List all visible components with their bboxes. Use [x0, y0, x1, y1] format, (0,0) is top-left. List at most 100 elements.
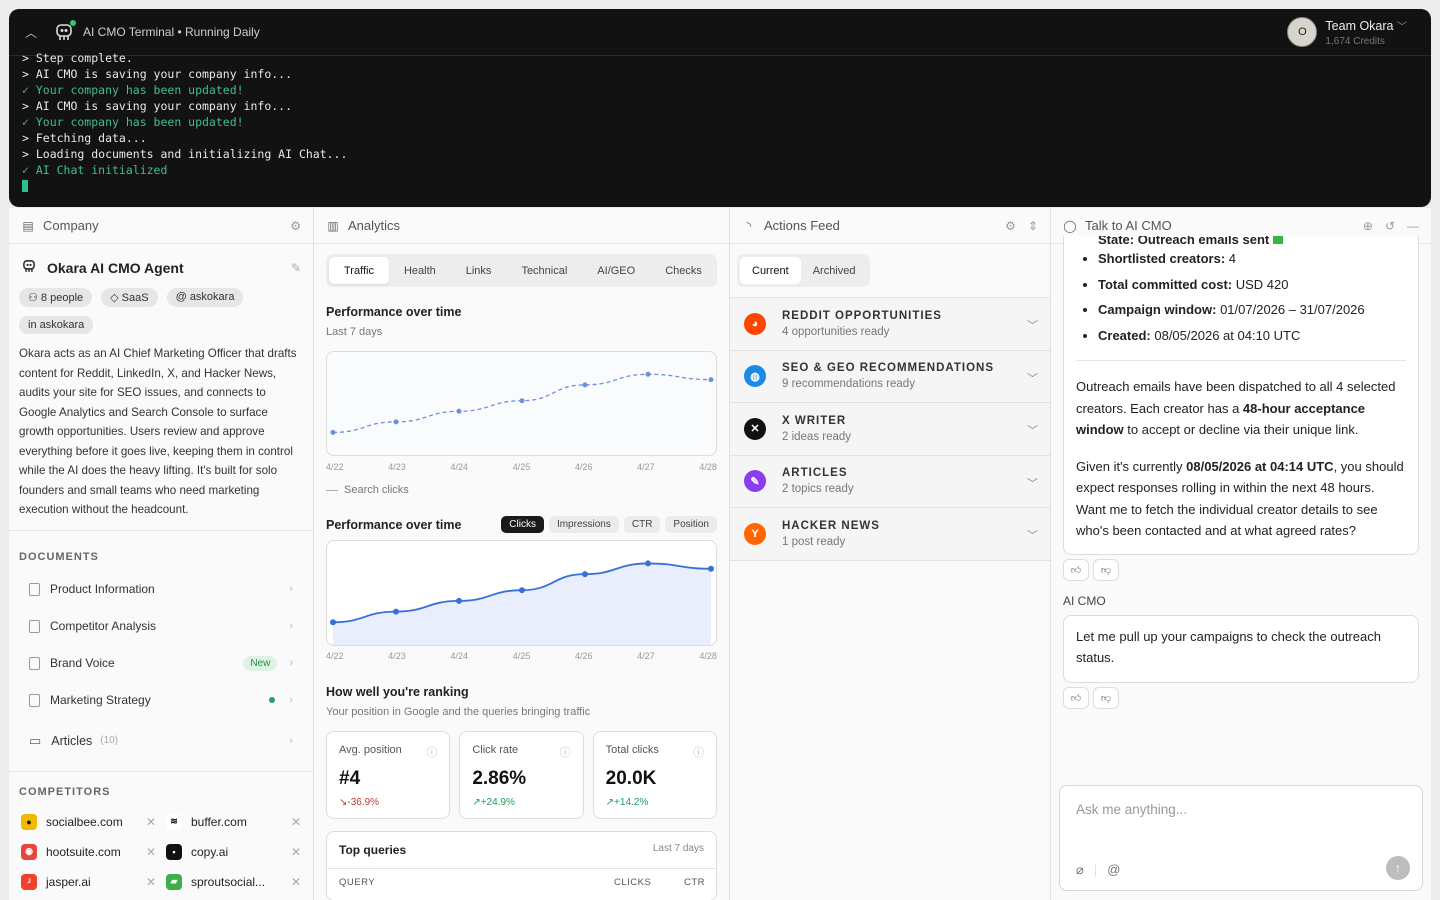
remove-icon[interactable]: ✕ — [291, 875, 301, 889]
thumbs-down-icon[interactable]: 👎︎ — [1093, 558, 1119, 581]
data-point — [645, 371, 651, 377]
x-tick-label: 4/25 — [512, 651, 531, 661]
x-axis-ticks: 4/22 4/23 4/24 4/25 4/26 4/27 4/28 — [314, 651, 729, 661]
socialbee-logo-icon: ● — [21, 813, 37, 830]
info-icon[interactable]: ⓘ — [426, 744, 437, 760]
seg-archived[interactable]: Archived — [801, 257, 868, 284]
attach-icon[interactable]: ⌀ — [1076, 862, 1084, 878]
company-chips: ⚇ 8 people ◇ SaaS @ askokara in askokara — [9, 277, 299, 334]
metric-pills: Clicks Impressions CTR Position — [501, 516, 717, 533]
stat-total-clicks: Total clicks ⓘ 20.0K ↗+14.2% — [592, 731, 717, 819]
chevron-down-icon: ﹀ — [1027, 425, 1038, 437]
new-badge: New — [243, 655, 278, 671]
chat-input[interactable]: Ask me anything... ⌀ | @ ↑ — [1059, 785, 1423, 891]
feed-segment: Current Archived — [737, 254, 870, 287]
mention-icon[interactable]: @ — [1107, 862, 1120, 878]
tab-ai-geo[interactable]: AI/GEO — [582, 257, 650, 284]
top-queries-table: Top queries Last 7 days QUERY CLICKS CTR — [326, 831, 717, 900]
col-query: QUERY — [339, 877, 376, 888]
feed-item-seo[interactable]: ◍ SEO & GEO RECOMMENDATIONS 9 recommendati… — [730, 350, 1050, 403]
pill-clicks[interactable]: Clicks — [501, 516, 544, 533]
tab-links[interactable]: Links — [451, 257, 507, 284]
thumbs-up-icon[interactable]: 👍︎ — [1063, 686, 1089, 709]
feedback-row: 👍︎ 👎︎ — [1063, 558, 1419, 581]
doc-brand-voice[interactable]: Brand Voice New › — [9, 645, 313, 682]
seg-current[interactable]: Current — [740, 257, 801, 284]
building-icon: ▤ — [22, 218, 34, 233]
doc-product-information[interactable]: Product Information › — [9, 571, 313, 608]
terminal-line: ✓ AI Chat initialized — [22, 163, 168, 177]
tab-checks[interactable]: Checks — [650, 257, 717, 284]
data-point — [708, 377, 714, 383]
feed-item-x-writer[interactable]: ✕ X WRITER 2 ideas ready ﹀ — [730, 403, 1050, 456]
area-chart — [326, 540, 717, 646]
rss-icon: ◝ — [746, 218, 752, 233]
send-button[interactable]: ↑ — [1386, 856, 1410, 880]
fact-shortlisted: Shortlisted creators: 4 — [1098, 248, 1406, 270]
feed-item-articles[interactable]: ✎ ARTICLES 2 topics ready ﹀ — [730, 455, 1050, 508]
doc-marketing-strategy[interactable]: Marketing Strategy › — [9, 682, 313, 719]
pill-position[interactable]: Position — [665, 516, 717, 533]
remove-icon[interactable]: ✕ — [146, 845, 156, 859]
info-icon[interactable]: ⓘ — [560, 744, 571, 760]
competitors-title: COMPETITORS — [19, 785, 111, 798]
robot-icon — [53, 20, 76, 43]
x-tick-label: 4/22 — [326, 462, 344, 472]
x-tick-label: 4/26 — [574, 462, 593, 472]
remove-icon[interactable]: ✕ — [291, 815, 301, 829]
chat-bubble-icon: ◯ — [1063, 218, 1077, 233]
chart2-header: Performance over time Clicks Impressions… — [314, 516, 729, 533]
filter-icon[interactable]: ⚙ — [1005, 219, 1016, 233]
pill-ctr[interactable]: CTR — [623, 516, 661, 533]
feed-item-reddit[interactable]: ◕ REDDIT OPPORTUNITIES 4 opportunities rea… — [730, 298, 1050, 351]
chevron-down-icon: ﹀ — [1027, 320, 1038, 332]
feed-header: ◝ Actions Feed ⚙ ⇕ — [730, 208, 1050, 244]
stat-delta: ↘-36.9% — [339, 797, 380, 808]
line-chart — [326, 351, 717, 456]
doc-competitor-analysis[interactable]: Competitor Analysis › — [9, 608, 313, 645]
articles-folder[interactable]: ▭ Articles (10) › — [9, 719, 313, 763]
settings-icon[interactable]: ⚙ — [290, 219, 301, 233]
thumbs-up-icon[interactable]: 👍︎ — [1063, 558, 1089, 581]
thumbs-down-icon[interactable]: 👎︎ — [1093, 686, 1119, 709]
competitor-copyai: ▪ copy.ai ✕ — [166, 843, 311, 860]
file-icon — [29, 693, 40, 707]
fact-window: Campaign window: 01/07/2026 – 31/07/2026 — [1098, 299, 1406, 321]
terminal-title: AI CMO Terminal • Running Daily — [83, 25, 260, 39]
competitor-hootsuite: ◉ hootsuite.com ✕ — [21, 843, 166, 860]
credits: 1,674 Credits — [1325, 35, 1385, 47]
data-point — [582, 571, 588, 578]
remove-icon[interactable]: ✕ — [146, 875, 156, 889]
globe-icon: ◍ — [744, 365, 766, 388]
new-chat-icon[interactable]: ⊕ — [1363, 219, 1373, 233]
history-icon[interactable]: ↺ — [1385, 219, 1395, 233]
remove-icon[interactable]: ✕ — [146, 815, 156, 829]
fact-cost: Total committed cost: USD 420 — [1098, 274, 1406, 296]
info-icon[interactable]: ⓘ — [693, 744, 704, 760]
terminal: ︿ AI CMO Terminal • Running Daily O Team… — [9, 9, 1431, 207]
terminal-header: ︿ AI CMO Terminal • Running Daily — [9, 9, 1431, 56]
terminal-output: > Step complete. > AI CMO is saving your … — [9, 50, 1431, 196]
file-icon — [29, 582, 40, 596]
tab-traffic[interactable]: Traffic — [329, 257, 389, 284]
feed-item-hacker-news[interactable]: Y HACKER NEWS 1 post ready ﹀ — [730, 508, 1050, 561]
buffer-logo-icon: ≋ — [166, 813, 182, 830]
analytics-header-label: Analytics — [348, 218, 401, 233]
edit-icon[interactable]: ✎ — [291, 261, 301, 275]
chevron-right-icon: › — [289, 620, 293, 632]
tab-health[interactable]: Health — [389, 257, 451, 284]
data-point — [645, 560, 651, 567]
minimize-icon[interactable]: — — [1407, 219, 1419, 233]
actions-feed-panel: ◝ Actions Feed ⚙ ⇕ Current Archived ◕ REDD… — [730, 208, 1051, 900]
tab-technical[interactable]: Technical — [506, 257, 582, 284]
data-point — [393, 608, 399, 615]
data-point — [456, 597, 462, 604]
avatar: O — [1287, 17, 1318, 47]
x-tick-label: 4/25 — [512, 462, 531, 472]
collapse-icon[interactable]: ︿ — [25, 24, 43, 41]
competitor-buffer: ≋ buffer.com ✕ — [166, 813, 311, 830]
remove-icon[interactable]: ✕ — [291, 845, 301, 859]
expand-icon[interactable]: ⇕ — [1028, 219, 1038, 233]
account-menu[interactable]: O Team Okara ﹀ 1,674 Credits — [1287, 17, 1407, 47]
pill-impressions[interactable]: Impressions — [548, 516, 619, 533]
